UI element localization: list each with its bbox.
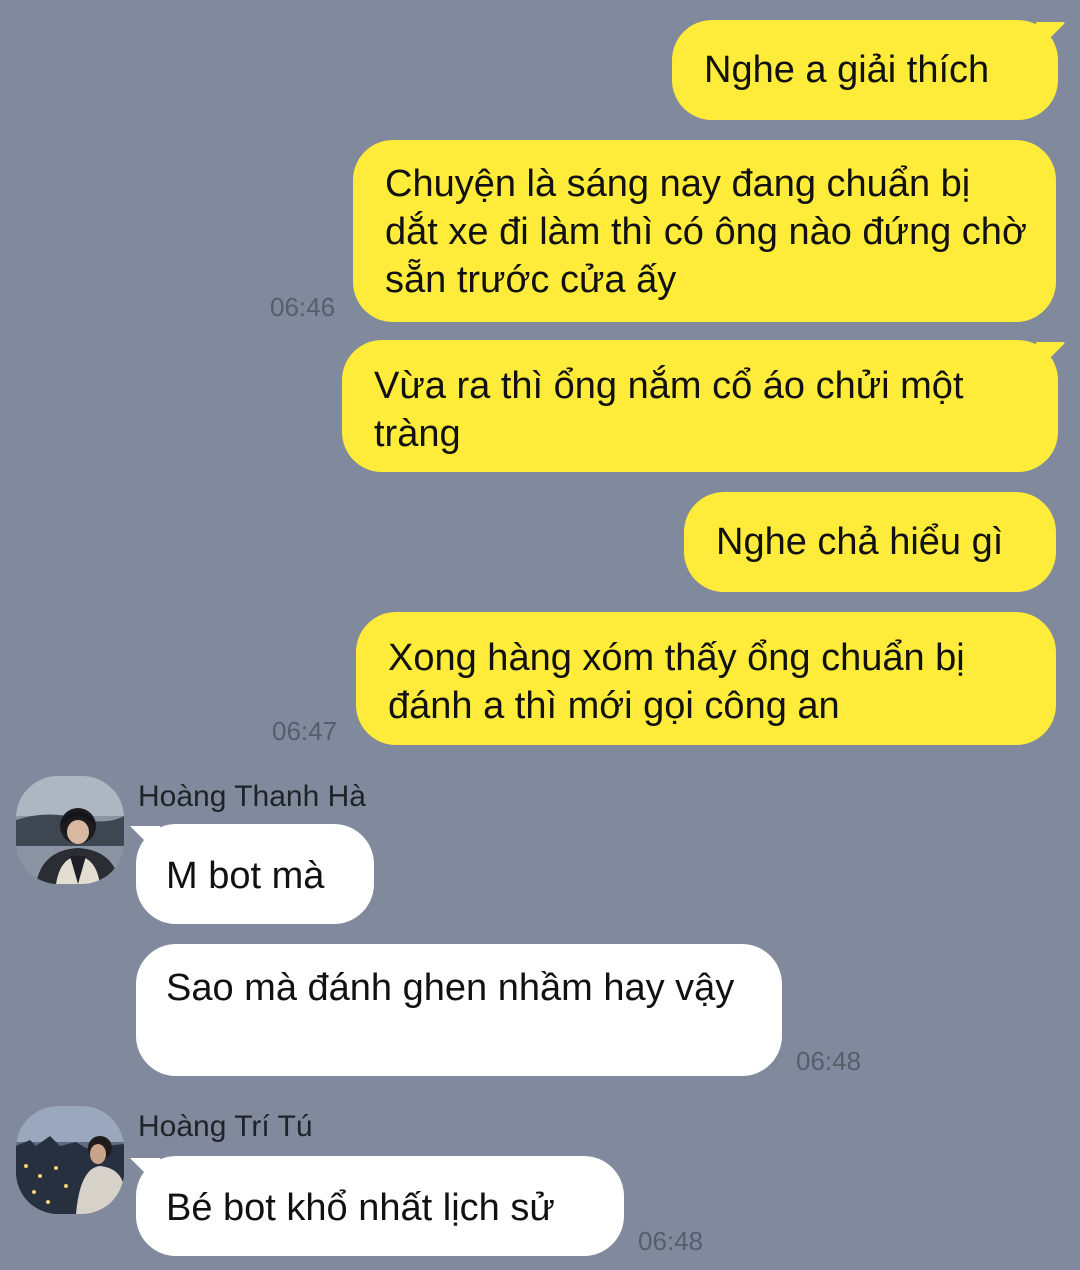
outgoing-message-bubble[interactable]: Vừa ra thì ổng nắm cổ áo chửi một tràng	[342, 340, 1058, 472]
message-timestamp: 06:47	[272, 716, 338, 746]
message-text: Nghe chả hiểu gì	[716, 521, 1004, 563]
avatar[interactable]	[16, 1106, 124, 1214]
avatar-photo-icon	[16, 776, 124, 884]
message-text: Nghe a giải thích	[704, 49, 990, 91]
outgoing-message-bubble[interactable]: Xong hàng xóm thấy ổng chuẩn bị đánh a t…	[356, 612, 1056, 745]
message-text: Xong hàng xóm thấy ổng chuẩn bị đánh a t…	[388, 637, 965, 727]
outgoing-message-bubble[interactable]: Nghe a giải thích	[672, 20, 1058, 120]
avatar-photo-icon	[16, 1106, 124, 1214]
message-timestamp: 06:46	[270, 292, 336, 322]
sender-name: Hoàng Trí Tú	[138, 1110, 313, 1143]
message-text: Chuyện là sáng nay đang chuẩn bị dắt xe …	[385, 163, 1027, 301]
message-text: Vừa ra thì ổng nắm cổ áo chửi một tràng	[374, 365, 964, 455]
message-text: Bé bot khổ nhất lịch sử	[166, 1187, 555, 1229]
incoming-message-bubble[interactable]: M bot mà	[136, 824, 374, 924]
message-timestamp: 06:48	[638, 1226, 704, 1256]
message-text: Sao mà đánh ghen nhầm hay vậy	[166, 967, 735, 1009]
outgoing-message-bubble[interactable]: Chuyện là sáng nay đang chuẩn bị dắt xe …	[353, 140, 1056, 322]
incoming-message-bubble[interactable]: Bé bot khổ nhất lịch sử	[136, 1156, 624, 1256]
sender-name: Hoàng Thanh Hà	[138, 780, 366, 813]
avatar[interactable]	[16, 776, 124, 884]
message-timestamp: 06:48	[796, 1046, 862, 1076]
outgoing-message-bubble[interactable]: Nghe chả hiểu gì	[684, 492, 1056, 592]
message-text: M bot mà	[166, 855, 325, 897]
incoming-message-bubble[interactable]: Sao mà đánh ghen nhầm hay vậy	[136, 944, 782, 1076]
